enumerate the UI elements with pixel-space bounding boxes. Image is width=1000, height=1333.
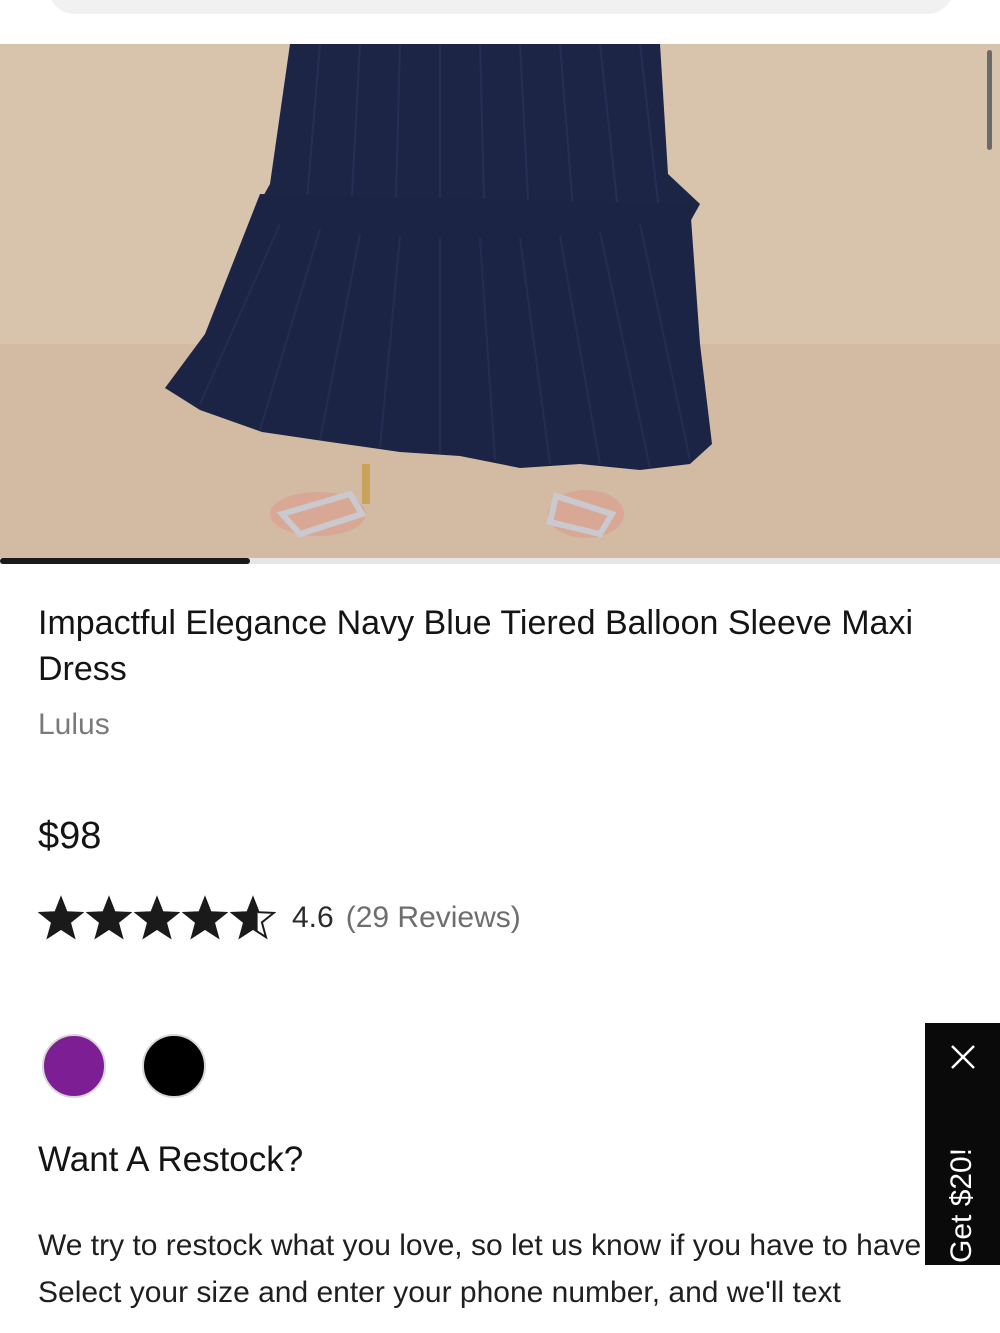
reviews-link[interactable]: (29 Reviews) [346, 901, 521, 935]
star-half-icon [230, 895, 276, 940]
restock-body-text: We try to restock what you love, so let … [38, 1229, 953, 1262]
rating-value: 4.6 [292, 901, 334, 934]
color-swatch-black[interactable] [142, 1034, 206, 1098]
restock-heading: Want A Restock? [38, 1140, 304, 1179]
page-scrollbar[interactable] [987, 50, 992, 150]
color-swatches [42, 1034, 242, 1098]
star-full-icon [38, 895, 84, 940]
star-full-icon [86, 895, 132, 940]
brand-link[interactable]: Lulus [38, 708, 110, 742]
gallery-progress-fill [0, 558, 250, 564]
rating-row[interactable]: 4.6 (29 Reviews) [38, 893, 521, 943]
color-swatch-purple[interactable] [42, 1034, 106, 1098]
restock-body-continued: Select your size and enter your phone nu… [38, 1276, 841, 1309]
product-image-gallery[interactable] [0, 44, 1000, 560]
gallery-progress-bar [0, 558, 1000, 564]
star-rating [38, 895, 278, 941]
promo-tab[interactable]: Get $20! [925, 1023, 1000, 1265]
product-price: $98 [38, 815, 102, 857]
promo-label[interactable]: Get $20! [940, 1103, 984, 1263]
top-bar [0, 0, 1000, 44]
star-full-icon [134, 895, 180, 940]
star-full-icon [182, 895, 228, 940]
product-title: Impactful Elegance Navy Blue Tiered Ball… [38, 604, 914, 688]
restock-description: We try to restock what you love, so let … [38, 1222, 968, 1316]
product-photo [0, 44, 1000, 560]
close-icon[interactable] [949, 1043, 977, 1071]
search-bar[interactable] [48, 0, 954, 14]
